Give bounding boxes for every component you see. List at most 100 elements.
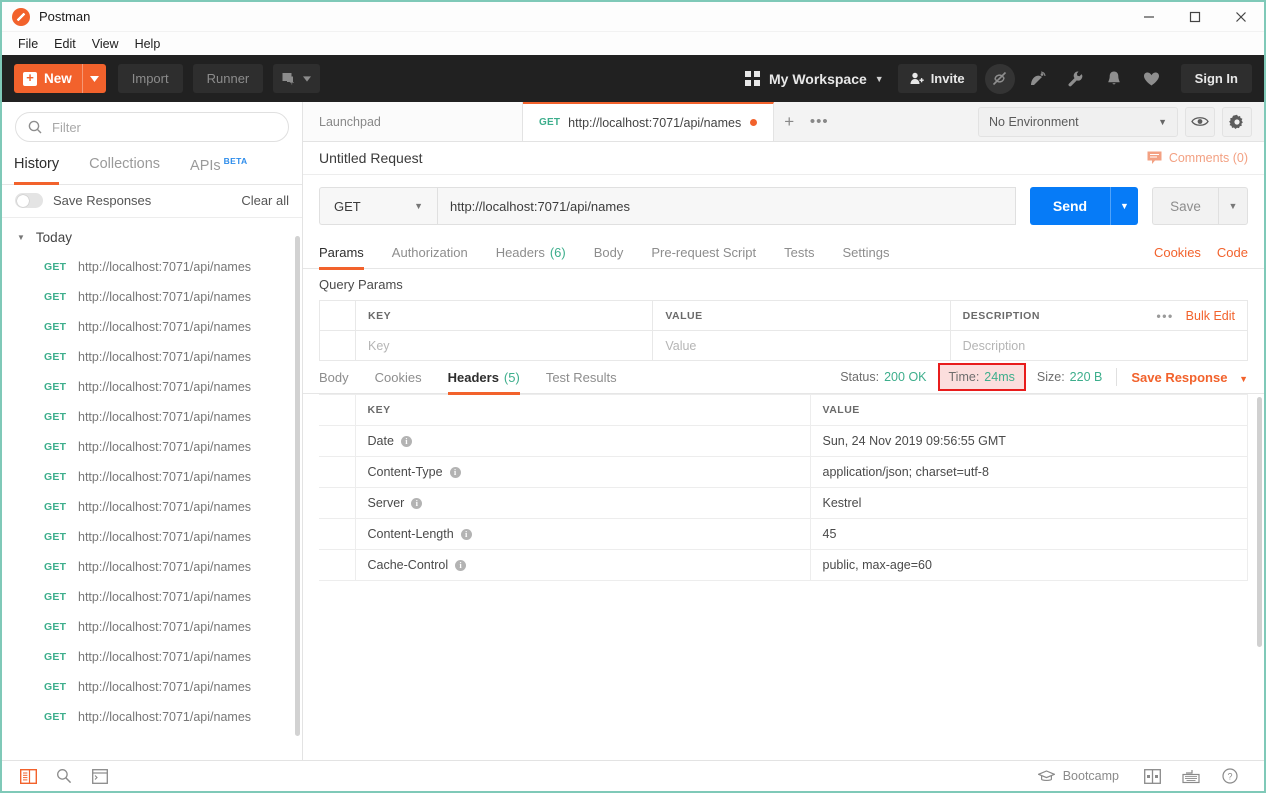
list-item[interactable]: GET http://localhost:7071/api/names [2,612,302,642]
console-icon[interactable] [86,764,114,788]
info-icon[interactable]: i [449,467,461,478]
menu-help[interactable]: Help [127,34,169,54]
list-item[interactable]: GET http://localhost:7071/api/names [2,432,302,462]
table-row[interactable]: Key Value Description [319,330,1249,361]
list-item[interactable]: GET http://localhost:7071/api/names [2,702,302,732]
help-icon[interactable]: ? [1216,764,1244,788]
close-button[interactable] [1218,2,1264,32]
response-scrollbar[interactable] [1257,397,1262,647]
response-tab-cookies-label: Cookies [374,369,422,385]
send-options-button[interactable]: ▼ [1110,187,1138,225]
info-icon[interactable]: i [460,529,472,540]
save-response-button[interactable]: Save Response ▼ [1131,370,1248,385]
tab-settings[interactable]: Settings [842,237,889,269]
param-value-input[interactable]: Value [652,330,951,361]
tab-body[interactable]: Body [594,237,624,269]
param-description-input[interactable]: Description [949,330,1249,361]
maximize-button[interactable] [1172,2,1218,32]
new-window-button[interactable]: + [273,64,321,93]
resp-spacer-cell [319,518,356,550]
url-input[interactable]: http://localhost:7071/api/names [437,187,1016,225]
tabs-more-button[interactable]: ••• [804,102,834,141]
history-list[interactable]: ▼ Today GET http://localhost:7071/api/nam… [2,218,302,760]
tab-params[interactable]: Params [319,237,364,270]
response-tab-headers-count: (5) [503,369,520,385]
list-item[interactable]: GET http://localhost:7071/api/names [2,462,302,492]
history-item-url: http://localhost:7071/api/names [78,559,252,574]
environment-select[interactable]: No Environment ▼ [978,106,1178,137]
response-tab-headers[interactable]: Headers (5) [447,361,521,395]
tab-tests[interactable]: Tests [784,237,814,269]
param-checkbox-cell[interactable] [319,330,356,361]
sign-in-button[interactable]: Sign In [1180,64,1252,93]
search-input[interactable]: Filter [15,112,289,142]
list-item[interactable]: GET http://localhost:7071/api/names [2,312,302,342]
tab-pre-request-script[interactable]: Pre-request Script [651,237,756,269]
menu-view[interactable]: View [84,34,127,54]
response-tab-cookies[interactable]: Cookies [375,361,422,394]
search-icon[interactable] [50,764,78,788]
wrench-icon[interactable] [1061,64,1091,94]
method-select[interactable]: GET ▼ [319,187,437,225]
list-item[interactable]: GET http://localhost:7071/api/names [2,522,302,552]
send-button[interactable]: Send [1030,187,1110,225]
save-responses-toggle[interactable] [15,193,43,209]
list-item[interactable]: GET http://localhost:7071/api/names [2,372,302,402]
minimize-button[interactable] [1126,2,1172,32]
code-link[interactable]: Code [1217,245,1248,260]
import-button[interactable]: Import [117,64,183,93]
save-button[interactable]: Save [1152,187,1218,225]
new-dropdown-caret[interactable] [81,64,106,93]
two-pane-icon[interactable] [1138,764,1166,788]
sidebar-tab-apis[interactable]: APIs BETA [190,151,247,184]
settings-button[interactable] [1222,106,1252,137]
tab-launchpad[interactable]: Launchpad [303,102,523,141]
list-item[interactable]: GET http://localhost:7071/api/names [2,282,302,312]
bell-icon[interactable] [1099,64,1129,94]
tab-authorization[interactable]: Authorization [392,237,468,269]
sidebar-tab-history[interactable]: History [14,151,60,185]
resp-header-key-label: Cache-Control [367,558,449,572]
clear-all-button[interactable]: Clear all [241,193,289,208]
menu-file[interactable]: File [10,34,46,54]
sidebar-scrollbar[interactable] [295,235,300,736]
tab-headers[interactable]: Headers (6) [496,237,566,269]
list-item[interactable]: GET http://localhost:7071/api/names [2,642,302,672]
list-item[interactable]: GET http://localhost:7071/api/names [2,252,302,282]
list-item[interactable]: GET http://localhost:7071/api/names [2,552,302,582]
response-tab-body[interactable]: Body [319,361,349,394]
new-button[interactable]: + New [14,64,106,93]
bootcamp-button[interactable]: Bootcamp [1037,769,1119,783]
environment-quick-look-button[interactable] [1185,106,1215,137]
tab-headers-count: (6) [549,245,566,260]
param-key-input[interactable]: Key [354,330,654,361]
new-tab-button[interactable]: + [774,102,804,141]
tab-request[interactable]: GET http://localhost:7071/api/names [523,102,775,141]
invite-button[interactable]: Invite [897,64,977,93]
heart-icon[interactable] [1137,64,1167,94]
list-item[interactable]: GET http://localhost:7071/api/names [2,672,302,702]
save-options-button[interactable]: ▼ [1218,187,1248,225]
params-more-button[interactable]: ••• [1157,309,1174,323]
keyboard-icon[interactable] [1177,764,1205,788]
info-icon[interactable]: i [400,436,412,447]
info-icon[interactable]: i [411,498,423,509]
list-item[interactable]: GET http://localhost:7071/api/names [2,402,302,432]
runner-button[interactable]: Runner [192,64,264,93]
resp-header-key: Content-Type i [355,456,811,488]
list-item[interactable]: GET http://localhost:7071/api/names [2,342,302,372]
satellite-dish-icon[interactable] [1023,64,1053,94]
info-icon[interactable]: i [455,560,467,571]
workspace-selector[interactable]: My Workspace ▼ [744,71,884,87]
bulk-edit-button[interactable]: Bulk Edit [1186,309,1235,323]
list-item[interactable]: GET http://localhost:7071/api/names [2,492,302,522]
sync-off-icon[interactable] [984,63,1015,94]
comments-button[interactable]: Comments (0) [1147,151,1248,165]
history-group-today[interactable]: ▼ Today [2,224,302,252]
menu-edit[interactable]: Edit [46,34,84,54]
cookies-link[interactable]: Cookies [1154,245,1201,260]
response-tab-test-results[interactable]: Test Results [546,361,617,394]
list-item[interactable]: GET http://localhost:7071/api/names [2,582,302,612]
sidebar-tab-collections[interactable]: Collections [89,151,160,184]
sidebar-toggle-icon[interactable] [14,764,42,788]
